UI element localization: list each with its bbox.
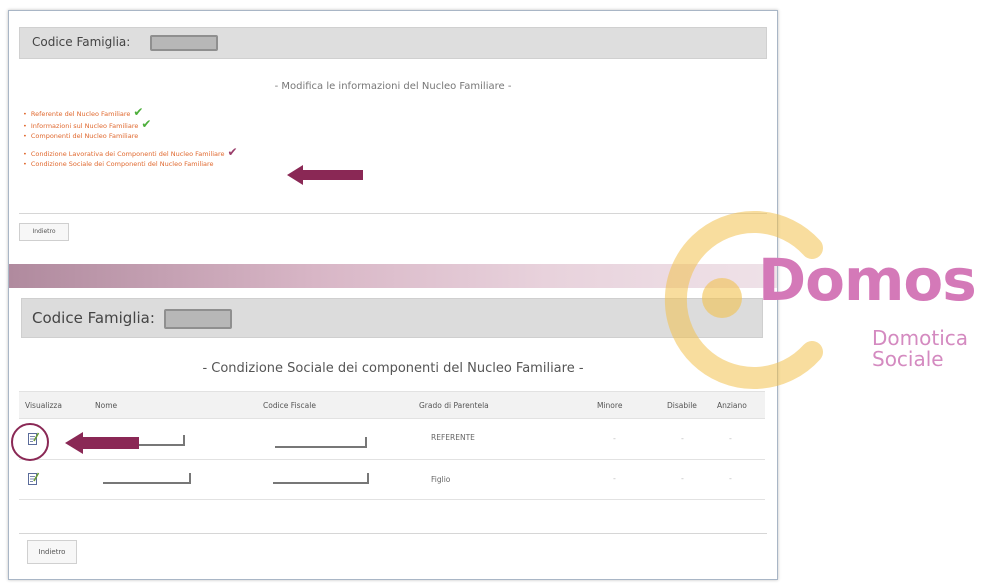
fiscal-code-redacted [273, 473, 369, 484]
col-anziano: Anziano [717, 401, 747, 410]
edit-icon[interactable] [28, 472, 40, 486]
col-codice-fiscale: Codice Fiscale [263, 401, 316, 410]
col-nome: Nome [95, 401, 118, 410]
link-label: Condizione Lavorativa dei Componenti del… [30, 150, 225, 158]
highlight-circle [11, 423, 49, 461]
link-condizione-sociale[interactable]: • Condizione Sociale dei Componenti del N… [23, 159, 238, 169]
domos-logo: Domos Domotica Sociale [660, 210, 994, 400]
family-code-redacted [150, 35, 218, 51]
edit-links-list: • Referente del Nucleo Familiare ✔ • Inform… [23, 106, 238, 169]
col-minore: Minore [597, 401, 623, 410]
arrow-icon [287, 165, 363, 185]
back-button-top[interactable]: Indietro [19, 223, 69, 241]
back-button-bottom[interactable]: Indietro [27, 540, 77, 564]
table-row: Figlio - - - [19, 461, 765, 500]
arrow-icon [65, 432, 139, 454]
relation-cell: REFERENTE [431, 433, 475, 442]
family-code-bar-bottom: Codice Famiglia: [21, 298, 763, 338]
logo-brand: Domos [758, 246, 977, 314]
link-label: Componenti del Nucleo Familiare [30, 132, 139, 140]
minore-cell: - [613, 434, 616, 443]
divider [19, 533, 767, 534]
link-condizione-lavorativa[interactable]: • Condizione Lavorativa dei Componenti de… [23, 145, 238, 159]
check-icon: ✔ [141, 117, 152, 131]
link-informazioni[interactable]: • Informazioni sul Nucleo Familiare ✔ [23, 117, 238, 131]
fiscal-code-redacted [275, 437, 367, 448]
link-label: Informazioni sul Nucleo Familiare [30, 122, 139, 130]
family-code-label: Codice Famiglia: [32, 35, 131, 49]
relation-cell: Figlio [431, 475, 451, 484]
section-title-edit: - Modifica le informazioni del Nucleo Fa… [274, 81, 512, 92]
family-code-label: Codice Famiglia: [32, 309, 155, 327]
anziano-cell: - [729, 434, 732, 443]
name-redacted [103, 473, 191, 484]
disabile-cell: - [681, 434, 684, 443]
link-label: Referente del Nucleo Familiare [30, 110, 131, 118]
anziano-cell: - [729, 474, 732, 483]
check-icon: ✔ [227, 145, 238, 159]
col-disabile: Disabile [667, 401, 697, 410]
link-componenti[interactable]: • Componenti del Nucleo Familiare [23, 131, 238, 141]
col-visualizza: Visualizza [25, 401, 62, 410]
link-label: Condizione Sociale dei Componenti del Nu… [30, 160, 214, 168]
family-code-bar-top: Codice Famiglia: [19, 27, 767, 59]
divider [19, 213, 767, 214]
family-code-redacted [164, 309, 232, 329]
minore-cell: - [613, 474, 616, 483]
link-referente[interactable]: • Referente del Nucleo Familiare ✔ [23, 106, 238, 119]
table-header: Visualizza Nome Codice Fiscale Grado di … [19, 391, 765, 419]
col-grado-parentela: Grado di Parentela [419, 401, 489, 410]
logo-tagline-2: Sociale [872, 347, 944, 371]
disabile-cell: - [681, 474, 684, 483]
